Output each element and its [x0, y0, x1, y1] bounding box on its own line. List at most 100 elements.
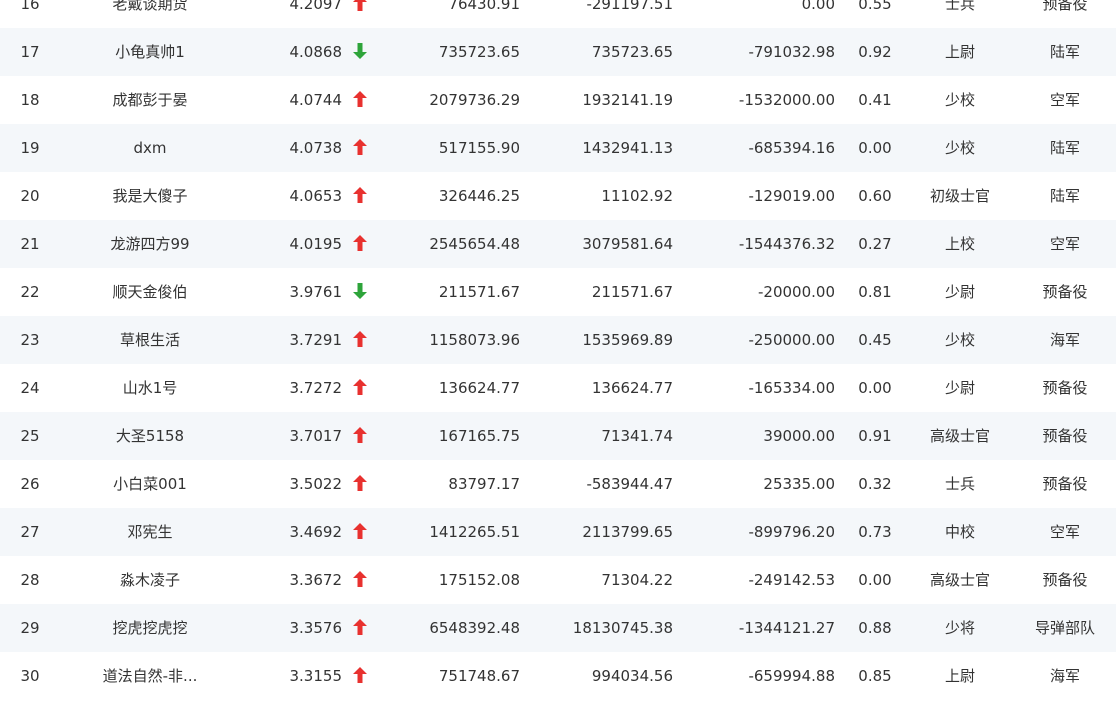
value-1-cell: 211571.67 [438, 283, 520, 301]
table-row[interactable]: 24 山水1号 3.7272 136624.77 136624.77 -165334.00… [0, 364, 1116, 412]
trader-name[interactable]: 小龟真帅1 [70, 28, 230, 76]
value-3-cell: 39000.00 [763, 427, 835, 445]
table-row[interactable]: 21 龙游四方99 4.0195 2545654.48 3079581.64 -15443… [0, 220, 1116, 268]
ratio-cell: 0.00 [858, 139, 892, 157]
rank-cell: 17 [20, 43, 40, 61]
trend-cell [350, 316, 370, 364]
trader-name[interactable]: 山水1号 [70, 364, 230, 412]
trader-name[interactable]: dxm [70, 124, 230, 172]
trader-name[interactable]: 小白菜001 [70, 460, 230, 508]
arrow-down-icon [353, 43, 367, 59]
ratio-cell: 0.85 [858, 667, 892, 685]
score-cell: 4.0195 [289, 235, 343, 253]
military-rank-cell: 上校 [944, 235, 975, 253]
trader-name[interactable]: 草根生活 [70, 316, 230, 364]
value-1-cell: 1412265.51 [429, 523, 520, 541]
trader-name[interactable]: 邓宪生 [70, 508, 230, 556]
table-row[interactable]: 30 道法自然-非... 3.3155 751748.67 994034.56 -6599… [0, 652, 1116, 700]
table-row[interactable]: 29 挖虎挖虎挖 3.3576 6548392.48 18130745.38 -13441… [0, 604, 1116, 652]
trend-cell [350, 556, 370, 604]
value-1-cell: 735723.65 [438, 43, 520, 61]
value-1-cell: 751748.67 [438, 667, 520, 685]
military-rank-cell: 高级士官 [929, 571, 990, 589]
trader-name[interactable]: 淼木凌子 [70, 556, 230, 604]
value-3-cell: -165334.00 [748, 379, 835, 397]
score-cell: 4.0653 [289, 187, 343, 205]
value-1-cell: 1158073.96 [429, 331, 520, 349]
trader-name[interactable]: 顺天金俊伯 [70, 268, 230, 316]
score-cell: 3.7272 [289, 379, 343, 397]
ranking-table: 16 老戴谈期货 4.2097 76430.91 -291197.51 0.00 0.55 士… [0, 0, 1116, 718]
table-row[interactable]: 17 小龟真帅1 4.0868 735723.65 735723.65 -791032.9… [0, 28, 1116, 76]
value-2-cell: 211571.67 [591, 283, 673, 301]
trend-cell [350, 124, 370, 172]
unit-cell: 海军 [1049, 331, 1080, 349]
table-row[interactable]: 23 草根生活 3.7291 1158073.96 1535969.89 -250000.… [0, 316, 1116, 364]
arrow-up-icon [353, 619, 367, 635]
military-rank-cell: 少尉 [944, 283, 975, 301]
arrow-up-icon [353, 0, 367, 11]
unit-cell: 海军 [1049, 667, 1080, 685]
unit-cell: 空军 [1049, 235, 1080, 253]
unit-cell: 陆军 [1049, 187, 1080, 205]
table-row[interactable]: 16 老戴谈期货 4.2097 76430.91 -291197.51 0.00 0.55 士… [0, 0, 1116, 28]
trader-name[interactable]: 挖虎挖虎挖 [70, 604, 230, 652]
arrow-up-icon [353, 91, 367, 107]
value-3-cell: 25335.00 [763, 475, 835, 493]
military-rank-cell: 士兵 [944, 0, 975, 13]
arrow-down-icon [353, 283, 367, 299]
trend-cell [350, 364, 370, 412]
unit-cell: 导弹部队 [1034, 619, 1095, 637]
table-row[interactable]: 22 顺天金俊伯 3.9761 211571.67 211571.67 -20000.00… [0, 268, 1116, 316]
trend-cell [350, 652, 370, 700]
rank-cell: 18 [20, 91, 40, 109]
table-row[interactable]: 27 邓宪生 3.4692 1412265.51 2113799.65 -899796.2… [0, 508, 1116, 556]
trend-cell [350, 508, 370, 556]
trader-name[interactable]: 我是大傻子 [70, 172, 230, 220]
value-1-cell: 517155.90 [438, 139, 520, 157]
unit-cell: 预备役 [1042, 475, 1088, 493]
rank-cell: 21 [20, 235, 40, 253]
military-rank-cell: 士兵 [944, 475, 975, 493]
table-row[interactable]: 25 大圣5158 3.7017 167165.75 71341.74 39000.00 0… [0, 412, 1116, 460]
trader-name[interactable]: 大圣5158 [70, 412, 230, 460]
value-2-cell: 1932141.19 [582, 91, 673, 109]
rank-cell: 25 [20, 427, 40, 445]
table-row[interactable]: 26 小白菜001 3.5022 83797.17 -583944.47 25335.00… [0, 460, 1116, 508]
unit-cell: 空军 [1049, 91, 1080, 109]
rank-cell: 26 [20, 475, 40, 493]
table-row[interactable]: 18 成都彭于晏 4.0744 2079736.29 1932141.19 -153200… [0, 76, 1116, 124]
ratio-cell: 0.92 [858, 43, 892, 61]
ratio-cell: 0.88 [858, 619, 892, 637]
value-2-cell: 2113799.65 [582, 523, 673, 541]
value-2-cell: 735723.65 [591, 43, 673, 61]
value-2-cell: 71341.74 [601, 427, 673, 445]
trader-name[interactable]: 成都彭于晏 [70, 76, 230, 124]
table-row[interactable]: 20 我是大傻子 4.0653 326446.25 11102.92 -129019.00… [0, 172, 1116, 220]
value-3-cell: -1532000.00 [738, 91, 835, 109]
value-2-cell: 11102.92 [601, 187, 673, 205]
value-1-cell: 175152.08 [438, 571, 520, 589]
ratio-cell: 0.81 [858, 283, 892, 301]
trader-name[interactable]: 老戴谈期货 [70, 0, 230, 28]
table-row[interactable]: 28 淼木凌子 3.3672 175152.08 71304.22 -249142.53 0… [0, 556, 1116, 604]
rank-cell: 24 [20, 379, 40, 397]
rank-cell: 16 [20, 0, 40, 13]
value-2-cell: 1432941.13 [582, 139, 673, 157]
rank-cell: 19 [20, 139, 40, 157]
score-cell: 4.0738 [289, 139, 343, 157]
arrow-up-icon [353, 331, 367, 347]
value-2-cell: 71304.22 [601, 571, 673, 589]
trader-name[interactable]: 道法自然-非... [70, 652, 230, 700]
ratio-cell: 0.45 [858, 331, 892, 349]
table-row[interactable]: 19 dxm 4.0738 517155.90 1432941.13 -685394.16… [0, 124, 1116, 172]
trader-name[interactable]: 龙游四方99 [70, 220, 230, 268]
score-cell: 3.4692 [289, 523, 343, 541]
arrow-up-icon [353, 667, 367, 683]
value-3-cell: -250000.00 [748, 331, 835, 349]
military-rank-cell: 少将 [944, 619, 975, 637]
ratio-cell: 0.60 [858, 187, 892, 205]
military-rank-cell: 少校 [944, 331, 975, 349]
value-1-cell: 76430.91 [448, 0, 520, 13]
trend-cell [350, 0, 370, 28]
